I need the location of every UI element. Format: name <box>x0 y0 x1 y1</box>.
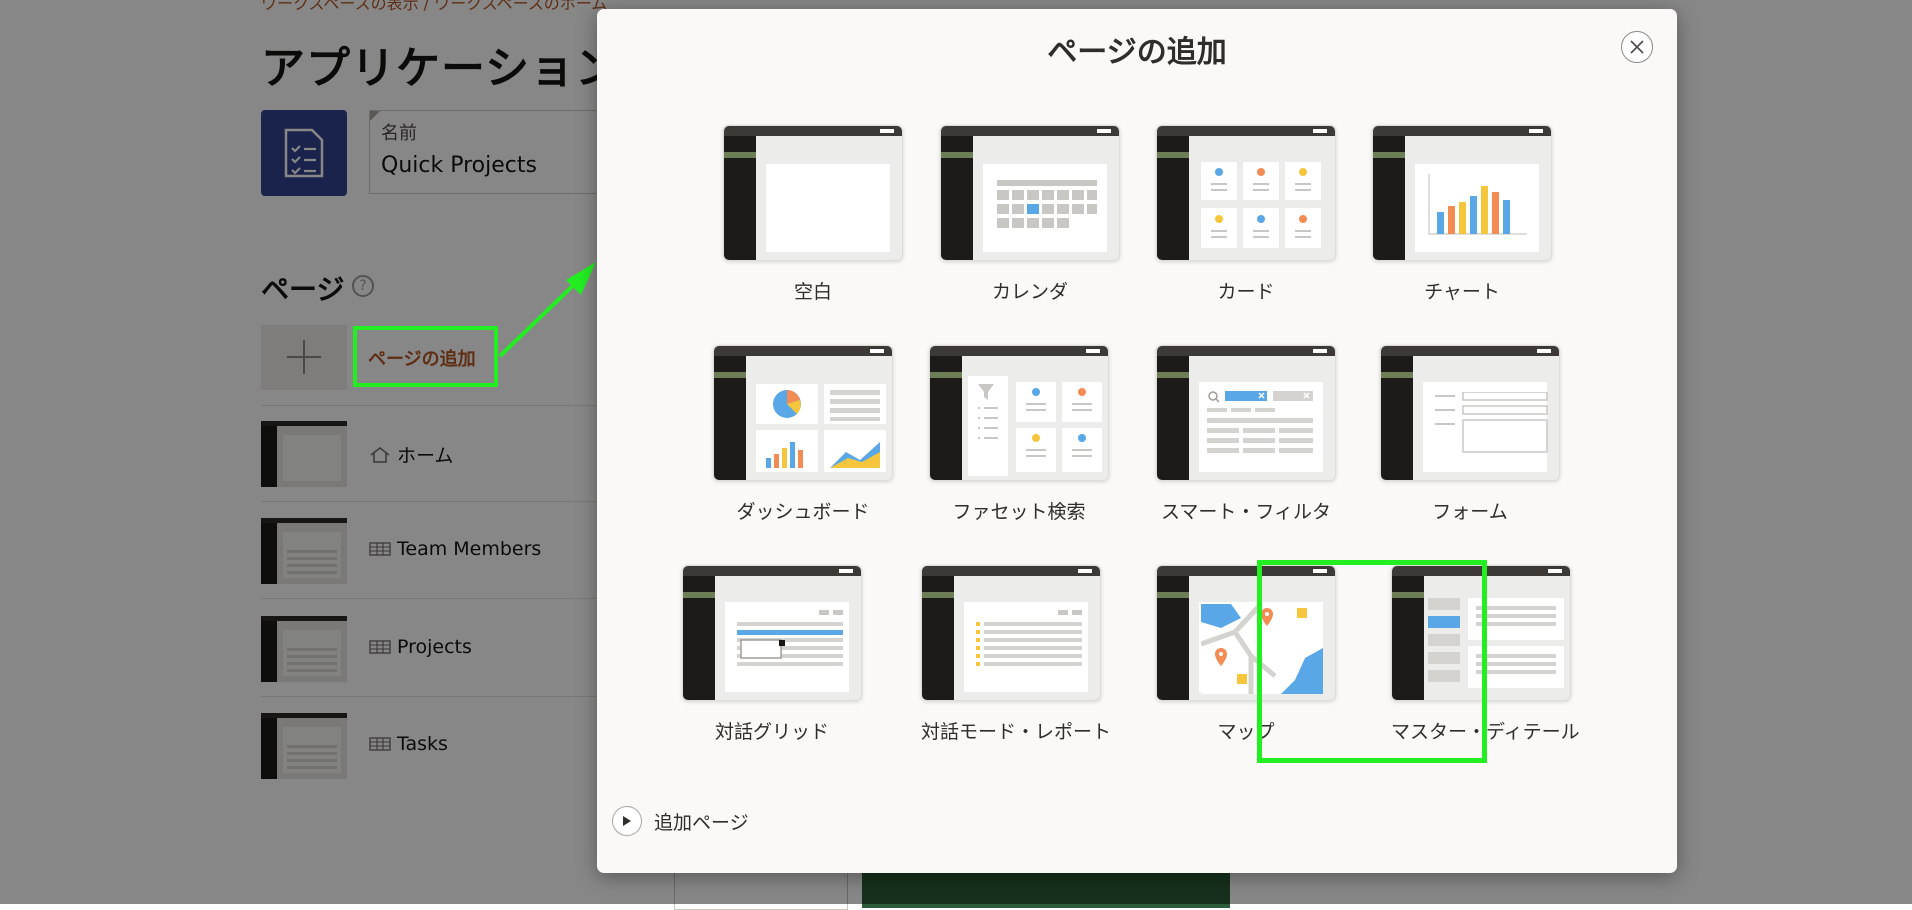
tile-label: スマート・フィルタ <box>1160 501 1332 523</box>
more-pages-toggle[interactable]: 追加ページ <box>612 806 749 836</box>
interactive-grid-page-icon <box>682 565 862 701</box>
tile-interactive-report[interactable]: 対話モード・レポート <box>921 565 1112 744</box>
tile-label: チャート <box>1424 281 1500 303</box>
play-icon <box>612 806 642 836</box>
faceted-search-page-icon <box>929 345 1109 481</box>
tile-label: マップ <box>1217 721 1275 743</box>
tile-form[interactable]: フォーム <box>1380 345 1560 524</box>
tile-cards[interactable]: カード <box>1156 125 1336 304</box>
map-page-icon <box>1156 565 1336 701</box>
tile-master-detail[interactable]: マスター・ディテール <box>1391 565 1580 744</box>
tile-interactive-grid[interactable]: 対話グリッド <box>682 565 862 744</box>
calendar-page-icon <box>940 125 1120 261</box>
tile-smart-filter[interactable]: スマート・フィルタ <box>1156 345 1336 524</box>
close-icon[interactable] <box>1621 31 1653 63</box>
tile-label: フォーム <box>1432 501 1508 523</box>
interactive-report-page-icon <box>921 565 1101 701</box>
tile-label: カード <box>1217 281 1275 303</box>
master-detail-page-icon <box>1391 565 1571 701</box>
tile-faceted-search[interactable]: ファセット検索 <box>929 345 1109 524</box>
smart-filter-page-icon <box>1156 345 1336 481</box>
dialog-title: ページの追加 <box>1047 35 1227 70</box>
tile-dashboard[interactable]: ダッシュボード <box>713 345 893 524</box>
more-pages-label: 追加ページ <box>654 811 749 834</box>
tile-blank[interactable]: 空白 <box>723 125 903 304</box>
tile-label: ダッシュボード <box>736 501 870 523</box>
blank-page-icon <box>723 125 903 261</box>
tile-label: 対話グリッド <box>714 721 829 743</box>
cards-page-icon <box>1156 125 1336 261</box>
tile-label: ファセット検索 <box>952 501 1086 523</box>
form-page-icon <box>1380 345 1560 481</box>
tile-chart[interactable]: チャート <box>1372 125 1552 304</box>
tile-calendar[interactable]: カレンダ <box>940 125 1120 304</box>
tile-label: 対話モード・レポート <box>921 721 1112 743</box>
add-page-dialog: ページの追加 空白 カレンダ カード チャート ダッシュボード ファセット検索 … <box>597 9 1677 873</box>
tile-label: マスター・ディテール <box>1391 721 1580 743</box>
dashboard-page-icon <box>713 345 893 481</box>
tile-label: 空白 <box>793 281 832 303</box>
tile-label: カレンダ <box>991 281 1068 303</box>
chart-page-icon <box>1372 125 1552 261</box>
tile-map[interactable]: マップ <box>1156 565 1336 744</box>
